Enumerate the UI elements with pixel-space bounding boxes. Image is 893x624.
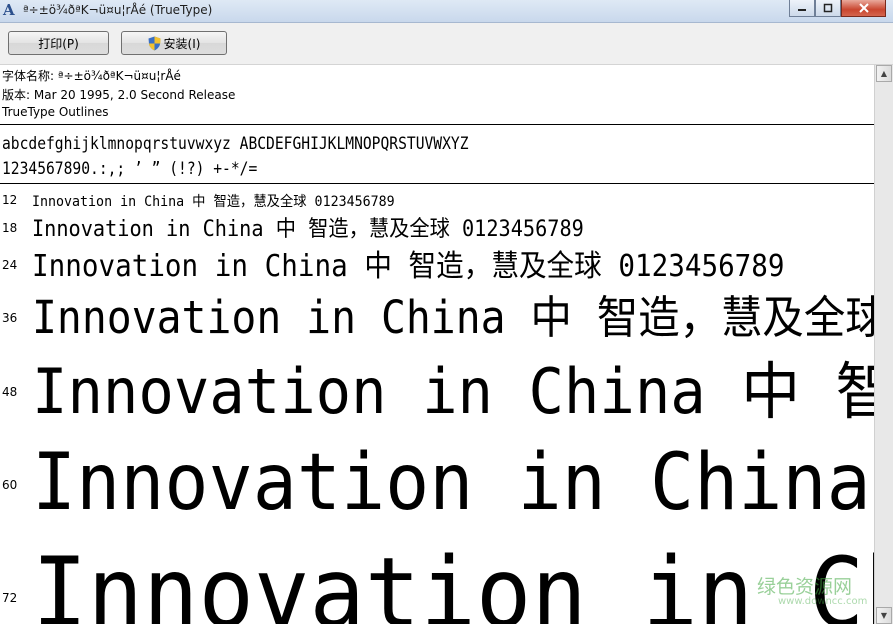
size-label: 18 [2,221,18,235]
size-label: 48 [2,385,18,399]
close-button[interactable] [841,0,886,17]
window-title: ª÷±ö¾ðªK¬ü¤u¦rÅé (TrueType) [23,3,213,17]
app-font-icon: A [3,1,15,19]
sample-text: Innovation in China 中 智造，慧及全球 0123456789 [32,217,584,242]
font-version-line: 版本: Mar 20 1995, 2.0 Second Release [2,88,236,102]
size-label: 72 [2,591,18,605]
maximize-button[interactable] [815,0,841,17]
size-label: 36 [2,311,18,325]
toolbar: 打印(P) 安装(I) [0,23,893,65]
vertical-scrollbar[interactable]: ▲ ▼ [874,65,893,624]
font-preview-pane[interactable]: 字体名称: ª÷±ö¾ðªK¬ü¤u¦rÅé 版本: Mar 20 1995, … [0,65,874,624]
size-label: 60 [2,478,18,492]
scroll-down-button[interactable]: ▼ [876,607,892,624]
chevron-up-icon: ▲ [880,69,888,78]
sample-text: Innovation in China 中 智造，慧及全球 0123456789 [32,194,395,210]
title-bar[interactable]: A ª÷±ö¾ðªK¬ü¤u¦rÅé (TrueType) [0,0,893,23]
font-name-line: 字体名称: ª÷±ö¾ðªK¬ü¤u¦rÅé [2,69,181,83]
install-button[interactable]: 安装(I) [121,31,227,55]
sample-text: Innovation in China 中 智造，慧及全球 0123456789 [32,537,874,624]
close-icon [842,0,885,16]
print-button-label: 打印(P) [38,36,79,51]
watermark-url: www.downcc.com [778,596,868,607]
minimize-button[interactable] [789,0,815,17]
sample-text: Innovation in China 中 智造，慧及全球 0123456789 [32,291,874,344]
minimize-icon [790,0,814,16]
size-label: 24 [2,258,18,272]
uac-shield-icon [148,36,161,51]
charset-line-letters: abcdefghijklmnopqrstuvwxyz ABCDEFGHIJKLM… [2,134,469,154]
scroll-up-button[interactable]: ▲ [876,65,892,82]
separator [0,183,874,184]
chevron-down-icon: ▼ [880,611,888,620]
sample-text: Innovation in China 中 智造，慧及全球 0123456789 [32,355,874,428]
charset-line-symbols: 1234567890.:,; ’ ” (!?) +-*/= [2,159,258,179]
separator [0,124,874,125]
watermark-logo: 绿色资源网 [757,576,853,598]
install-button-label: 安装(I) [163,36,201,51]
print-button[interactable]: 打印(P) [8,31,109,55]
size-label: 12 [2,193,18,207]
sample-text: Innovation in China 中 智造，慧及全球 0123456789 [32,249,785,284]
font-type-line: TrueType Outlines [2,105,109,119]
maximize-icon [816,0,840,16]
